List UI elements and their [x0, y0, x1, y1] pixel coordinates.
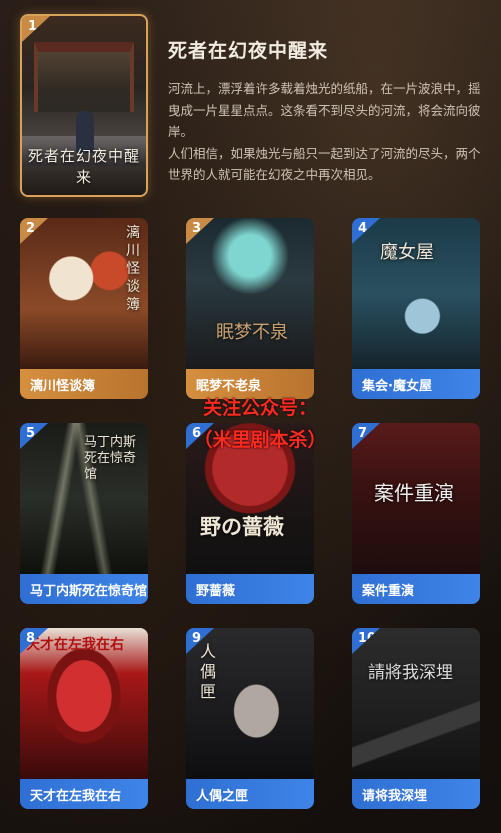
poster-art: 人偶匣 [186, 628, 314, 779]
script-card-9[interactable]: 人偶匣 9 人偶之匣 [186, 628, 314, 809]
poster-art: 天才在左我在右 [20, 628, 148, 779]
watermark-line: 关注公众号： [202, 397, 317, 419]
poster-title-text: 漓川怪谈簿 [126, 225, 140, 313]
watermark-line: （米里剧本杀） [193, 429, 327, 451]
script-card-8[interactable]: 天才在左我在右 8 天才在左我在右 [20, 628, 148, 809]
rank-badge: 1 [22, 16, 50, 42]
script-card-4[interactable]: 魔女屋 4 集会·魔女屋 [352, 218, 480, 399]
poster-title-text: 請將我深埋 [368, 663, 453, 683]
watermark-overlay: 关注公众号： （米里剧本杀） [160, 392, 360, 456]
poster-art: 請將我深埋 [352, 628, 480, 779]
poster-art-temple [34, 42, 134, 112]
poster-title-text: 天才在左我在右 [26, 637, 124, 653]
description-paragraph: 河流上，漂浮着许多载着烛光的纸船，在一片波浪中，摇曳成一片星星点点。这条看不到尽… [168, 81, 481, 139]
poster-art: 马丁内斯死在惊奇馆 [20, 423, 148, 574]
featured-script-card[interactable]: 死者在幻夜中醒来 1 [20, 14, 148, 197]
script-card-7[interactable]: 案件重演 7 案件重演 [352, 423, 480, 604]
script-label: 人偶之匣 [186, 779, 314, 809]
script-label: 漓川怪谈簿 [20, 369, 148, 399]
poster-art: 眠梦不泉 [186, 218, 314, 369]
script-label: 集会·魔女屋 [352, 369, 480, 399]
poster-title-text: 马丁内斯死在惊奇馆 [84, 435, 137, 482]
script-label: 天才在左我在右 [20, 779, 148, 809]
script-label: 马丁内斯死在惊奇馆 [20, 574, 148, 604]
poster-title-text: 人偶匣 [200, 642, 217, 701]
poster-art: 漓川怪谈簿 [20, 218, 148, 369]
script-card-3[interactable]: 眠梦不泉 3 眠梦不老泉 [186, 218, 314, 399]
poster-title-text: 案件重演 [374, 481, 454, 505]
description-paragraph: 人们相信，如果烛光与船只一起到达了河流的尽头，两个世界的人就可能在幻夜之中再次相… [168, 145, 481, 183]
poster-title-text: 野の蔷薇 [200, 514, 284, 539]
poster-title-text: 魔女屋 [380, 242, 434, 263]
script-card-10[interactable]: 請將我深埋 10 请将我深埋 [352, 628, 480, 809]
featured-description: 河流上，漂浮着许多载着烛光的纸船，在一片波浪中，摇曳成一片星星点点。这条看不到尽… [168, 78, 490, 186]
poster-art: 案件重演 [352, 423, 480, 574]
script-label: 野蔷薇 [186, 574, 314, 604]
script-card-5[interactable]: 马丁内斯死在惊奇馆 5 马丁内斯死在惊奇馆 [20, 423, 148, 604]
featured-poster-title: 死者在幻夜中醒来 [27, 147, 140, 186]
featured-title: 死者在幻夜中醒来 [168, 40, 329, 62]
poster-art: 魔女屋 [352, 218, 480, 369]
script-label: 请将我深埋 [352, 779, 480, 809]
script-label: 案件重演 [352, 574, 480, 604]
script-card-2[interactable]: 漓川怪谈簿 2 漓川怪谈簿 [20, 218, 148, 399]
poster-title-text: 眠梦不泉 [216, 322, 288, 343]
